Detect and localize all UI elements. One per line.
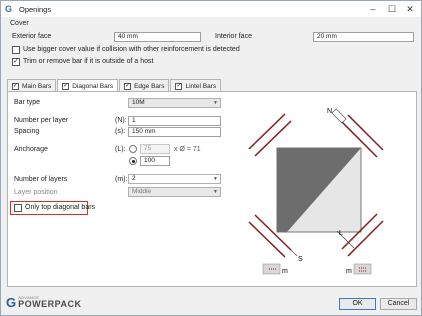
number-of-layers-symbol: (m): — [115, 176, 128, 183]
bigger-cover-label: Use bigger cover value if collision with… — [23, 46, 240, 53]
trim-checkbox[interactable]: ✓ — [12, 58, 20, 66]
advance-logo-icon: G — [6, 294, 17, 310]
anchorage-length-radio[interactable] — [129, 157, 137, 165]
bigger-cover-checkbox[interactable] — [12, 46, 20, 54]
tab-main-bars-checkbox[interactable]: ✓ — [12, 82, 19, 90]
spacing-symbol: (s): — [115, 128, 126, 135]
anchorage-factor-radio[interactable] — [129, 145, 137, 153]
layer-position-value: Middle — [132, 188, 152, 195]
anchorage-symbol: (L): — [115, 146, 126, 153]
layer-position-label: Layer position — [14, 189, 58, 196]
number-per-layer-input[interactable]: 1 — [128, 116, 221, 126]
anchorage-label: Anchorage — [14, 146, 48, 153]
powerpack-logo: G ADVANCE POWERPACK — [6, 295, 81, 309]
tab-label: Lintel Bars — [185, 82, 217, 90]
bar-type-select[interactable]: 10M ▼ — [128, 98, 221, 108]
number-per-layer-symbol: (N): — [115, 117, 127, 124]
number-of-layers-select[interactable]: 2 ▼ — [128, 174, 221, 184]
only-top-checkbox[interactable] — [14, 204, 22, 212]
label-s: S — [298, 256, 303, 263]
minimize-icon[interactable]: – — [367, 3, 379, 15]
layer-section-right — [353, 263, 372, 275]
ok-button[interactable]: OK — [339, 298, 376, 310]
title-bar: G Openings – ☐ ✕ — [1, 1, 421, 17]
interior-face-input[interactable]: 20 mm — [313, 32, 414, 42]
spacing-input[interactable]: 150 mm — [128, 127, 221, 137]
chevron-down-icon: ▼ — [213, 176, 218, 182]
anchorage-length-input[interactable]: 100 — [140, 156, 170, 166]
number-per-layer-label: Number per layer — [14, 117, 69, 124]
tab-diagonal-bars-checkbox[interactable]: ✓ — [62, 83, 70, 90]
number-of-layers-value: 2 — [132, 175, 136, 182]
spacing-dimension — [290, 249, 298, 257]
maximize-icon[interactable]: ☐ — [386, 3, 398, 15]
trim-label: Trim or remove bar if it is outside of a… — [23, 58, 154, 65]
interior-face-label: Interior face — [215, 33, 252, 40]
logo-text: ADVANCE POWERPACK — [18, 295, 81, 309]
logo-main: POWERPACK — [18, 299, 82, 309]
tab-label: Edge Bars — [134, 82, 165, 90]
tab-edge-bars-checkbox[interactable]: ✓ — [124, 82, 132, 90]
cancel-button[interactable]: Cancel — [380, 298, 417, 310]
spacing-label: Spacing — [14, 128, 40, 135]
tab-lintel-bars-checkbox[interactable]: ✓ — [175, 82, 183, 90]
label-l: L — [339, 230, 343, 237]
chevron-down-icon: ▼ — [213, 100, 218, 106]
bar-type-value: 10M — [132, 99, 145, 106]
layer-position-select[interactable]: Middle ▼ — [128, 187, 221, 197]
exterior-face-input[interactable]: 40 mm — [114, 32, 201, 42]
diagonal-bars-diagram: N S L m m — [248, 108, 384, 275]
label-m-left: m — [282, 268, 288, 275]
cover-section-label: Cover — [10, 20, 29, 27]
number-of-layers-label: Number of layers — [14, 176, 68, 183]
exterior-face-label: Exterior face — [12, 33, 52, 40]
openings-dialog: G Openings – ☐ ✕ Cover Exterior face 40 … — [0, 0, 422, 316]
only-top-label: Only top diagonal bars — [25, 204, 96, 211]
chevron-down-icon: ▼ — [213, 189, 218, 195]
advance-logo-icon: G — [5, 4, 13, 14]
label-n: N — [327, 108, 332, 115]
tab-label: Main Bars — [22, 82, 52, 90]
bar-type-label: Bar type — [14, 99, 41, 106]
cover-marker — [331, 108, 347, 124]
anchorage-factor-result: x Ø = 71 — [174, 146, 201, 153]
close-icon[interactable]: ✕ — [404, 3, 416, 15]
tab-label: Diagonal Bars — [72, 83, 114, 90]
window-title: Openings — [19, 4, 52, 14]
label-m-right: m — [346, 268, 352, 275]
anchorage-factor-input[interactable]: 75 — [140, 144, 170, 154]
